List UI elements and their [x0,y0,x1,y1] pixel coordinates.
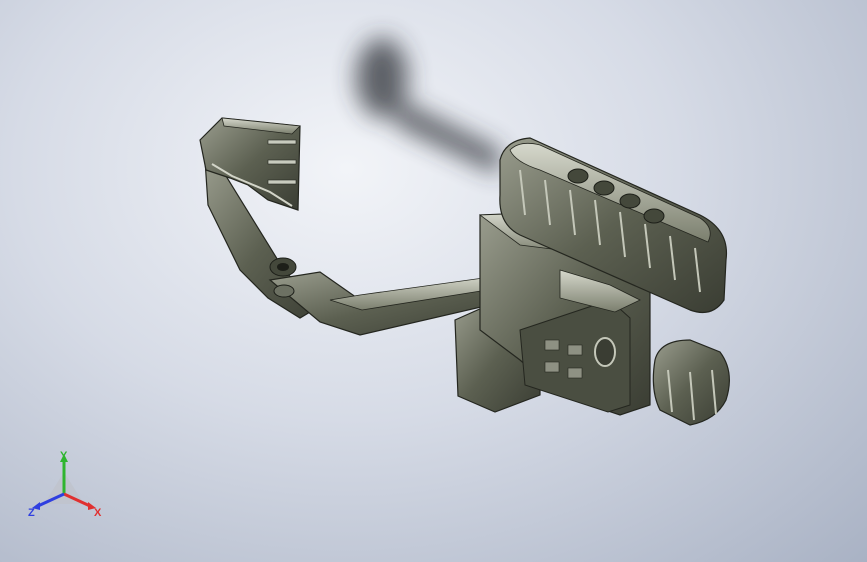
model-scene[interactable] [0,0,867,562]
y-axis-label: Y [60,450,68,462]
drop-shadow [356,38,500,175]
graphics-viewport[interactable]: Y X Z [0,0,867,562]
x-axis-label: X [94,507,102,519]
coordinate-triad[interactable]: Y X Z [28,450,104,520]
z-axis-label: Z [28,507,35,519]
